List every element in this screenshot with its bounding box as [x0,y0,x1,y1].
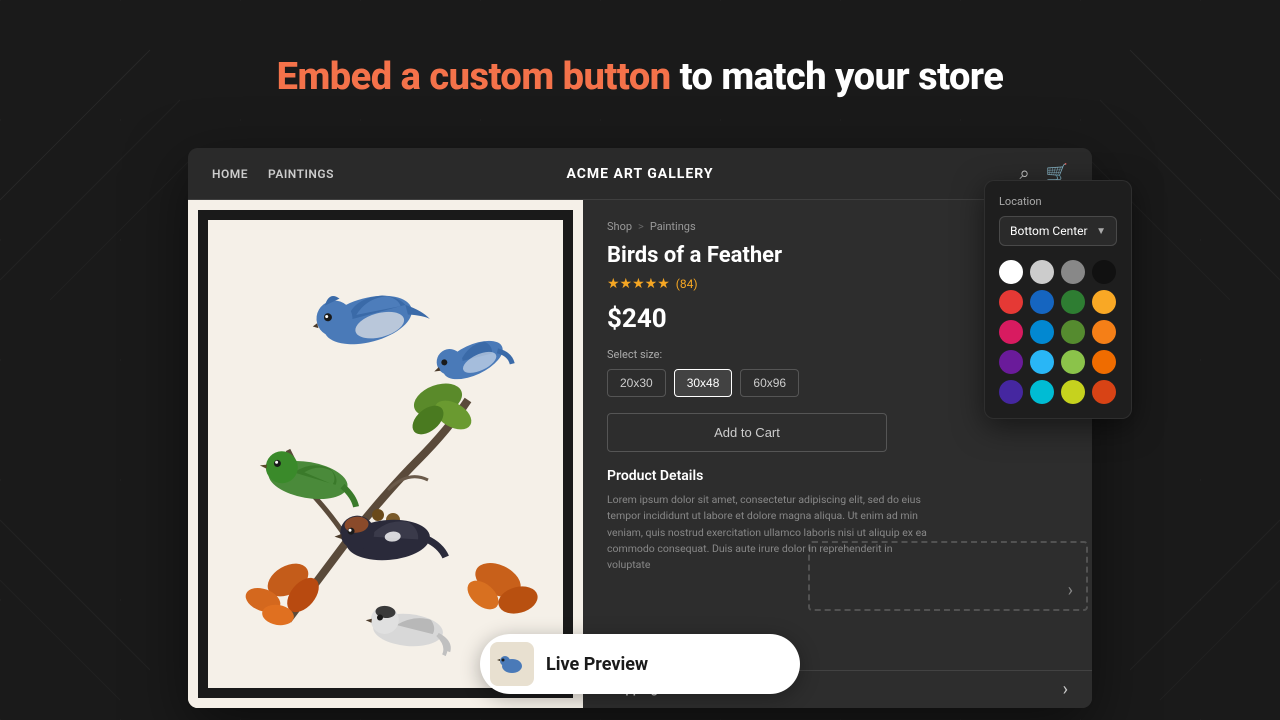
store-nav: HOME PAINTINGS ACME ART GALLERY ⌕ 🛒 [188,148,1092,200]
location-dropdown[interactable]: Bottom Center ▼ [999,216,1117,246]
color-swatch-pink[interactable] [999,320,1023,344]
nav-link-home[interactable]: HOME [212,167,248,181]
chevron-down-icon: ▼ [1096,226,1106,237]
color-swatch-yellow-green[interactable] [1061,350,1085,374]
hero-heading: Embed a custom button to match your stor… [0,55,1280,99]
color-grid [999,260,1117,404]
live-preview-bar[interactable]: Live Preview [480,634,800,694]
color-swatch-sky-blue[interactable] [1030,350,1054,374]
store-content: Shop > Paintings Birds of a Feather ★★★★… [188,200,1092,708]
product-details-heading: Product Details [607,468,1068,484]
color-swatch-olive[interactable] [1061,380,1085,404]
color-swatch-amber[interactable] [1092,320,1116,344]
star-rating: ★★★★★ [607,276,670,292]
color-swatch-lime-green[interactable] [1061,320,1085,344]
nav-links: HOME PAINTINGS [212,167,334,181]
breadcrumb-shop: Shop [607,220,632,233]
color-swatch-light-blue[interactable] [1030,320,1054,344]
live-preview-thumbnail [490,642,534,686]
hero-heading-rest: to match your store [671,55,1004,99]
nav-link-paintings[interactable]: PAINTINGS [268,167,334,181]
color-swatch-green[interactable] [1061,290,1085,314]
hero-heading-highlight: Embed a custom button [277,55,671,99]
size-btn-20x30[interactable]: 20x30 [607,369,666,397]
color-swatch-deep-orange[interactable] [1092,380,1116,404]
color-swatch-deep-purple[interactable] [999,380,1023,404]
color-swatch-light-gray[interactable] [1030,260,1054,284]
color-swatch-cyan[interactable] [1030,380,1054,404]
live-preview-placeholder [808,541,1088,611]
color-picker-panel: Location Bottom Center ▼ [984,180,1132,419]
color-swatch-white[interactable] [999,260,1023,284]
shipping-arrow: › [1063,679,1068,700]
store-title: ACME ART GALLERY [566,166,713,182]
next-arrow[interactable]: › [1068,580,1073,601]
color-swatch-orange[interactable] [1092,350,1116,374]
store-mockup: HOME PAINTINGS ACME ART GALLERY ⌕ 🛒 [188,148,1092,708]
review-count: (84) [676,277,698,291]
color-swatch-gray[interactable] [1061,260,1085,284]
add-to-cart-button[interactable]: Add to Cart [607,413,887,452]
live-preview-label: Live Preview [546,654,648,675]
painting-image [188,200,583,708]
product-image-area [188,200,583,708]
location-value: Bottom Center [1010,224,1088,238]
color-swatch-purple[interactable] [999,350,1023,374]
color-swatch-blue[interactable] [1030,290,1054,314]
size-btn-60x96[interactable]: 60x96 [740,369,799,397]
color-swatch-black[interactable] [1092,260,1116,284]
breadcrumb-sep: > [638,220,644,233]
color-swatch-yellow[interactable] [1092,290,1116,314]
breadcrumb-category: Paintings [650,220,696,233]
location-label: Location [999,195,1117,208]
size-btn-30x48[interactable]: 30x48 [674,369,733,397]
color-swatch-red[interactable] [999,290,1023,314]
